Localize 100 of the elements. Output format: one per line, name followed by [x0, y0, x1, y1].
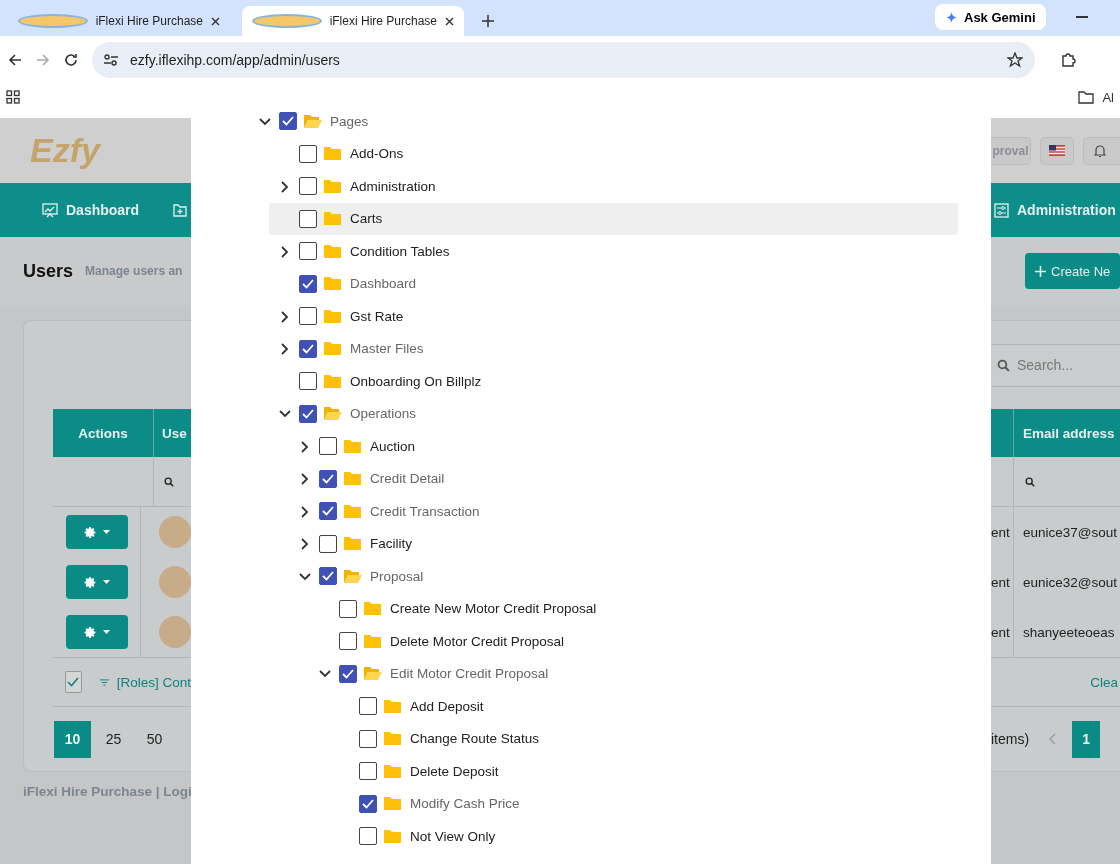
actions-button[interactable]: [65, 565, 128, 599]
tree-row[interactable]: Operations: [269, 397, 958, 430]
folder-icon: [323, 243, 342, 259]
tree-row[interactable]: Create New Motor Credit Proposal: [309, 592, 958, 625]
tree-row[interactable]: Pages: [249, 110, 958, 138]
search-field[interactable]: Search...: [991, 343, 1120, 387]
tree-row[interactable]: Delete Deposit: [329, 755, 958, 788]
back-icon[interactable]: [8, 53, 22, 67]
tree-row[interactable]: Edit Motor Credit Proposal: [309, 657, 958, 690]
tree-label: Pages: [330, 113, 369, 129]
sliders-icon: [994, 202, 1009, 218]
tree-row[interactable]: Proposal: [289, 560, 958, 593]
page-button[interactable]: 1: [1072, 720, 1101, 758]
tree-row[interactable]: Gst Rate: [269, 300, 958, 333]
checkbox[interactable]: [299, 339, 317, 358]
tree-label: Add Deposit: [410, 698, 484, 714]
checkbox[interactable]: [359, 827, 377, 846]
tree-row[interactable]: Add Deposit: [329, 690, 958, 723]
tree-row[interactable]: Add-Ons: [269, 137, 958, 170]
page-size-option[interactable]: 10: [54, 720, 91, 758]
checkbox[interactable]: [299, 274, 317, 293]
page-size-option[interactable]: 50: [136, 720, 173, 758]
bell-icon: [1094, 143, 1106, 158]
tree-label: Delete Deposit: [410, 763, 499, 779]
gemini-button[interactable]: Ask Gemini: [935, 4, 1046, 30]
create-button[interactable]: Create Ne: [1025, 253, 1120, 289]
reload-icon[interactable]: [64, 53, 78, 67]
tree-row[interactable]: Carts: [269, 202, 958, 235]
checkbox[interactable]: [299, 307, 317, 326]
plus-icon: [1035, 265, 1046, 277]
actions-button[interactable]: [65, 615, 128, 649]
checkbox[interactable]: [319, 469, 337, 488]
tree-label: Carts: [350, 211, 383, 227]
checkbox[interactable]: [319, 502, 337, 521]
folder-icon: [323, 178, 342, 194]
tree-label: Proposal: [370, 568, 424, 584]
folder-icon: [323, 373, 342, 389]
checkbox[interactable]: [339, 599, 357, 618]
tree-row[interactable]: Auction: [289, 430, 958, 463]
table-cell: ent: [991, 624, 1010, 640]
checkbox[interactable]: [299, 372, 317, 391]
tree-row[interactable]: Delete Motor Credit Proposal: [309, 625, 958, 658]
page-size-option[interactable]: 25: [95, 720, 132, 758]
browser-tab[interactable]: iFlexi Hire Purchase: [242, 6, 464, 36]
actions-button[interactable]: [65, 515, 128, 549]
checkbox[interactable]: [359, 762, 377, 781]
tree-row[interactable]: Dashboard: [269, 267, 958, 300]
tree-label: Credit Detail: [370, 471, 445, 487]
tree-row[interactable]: Administration: [269, 170, 958, 203]
puzzle-icon[interactable]: [1061, 52, 1077, 68]
check-icon: [302, 408, 314, 419]
tree-row[interactable]: Modify Cash Price: [329, 787, 958, 820]
check-icon: [342, 668, 354, 679]
checkbox[interactable]: [339, 664, 357, 683]
tree-row[interactable]: Credit Transaction: [289, 495, 958, 528]
checkbox[interactable]: [359, 697, 377, 716]
folder-icon: [323, 146, 342, 162]
checkbox[interactable]: [339, 632, 357, 651]
checkbox[interactable]: [319, 437, 337, 456]
checkbox[interactable]: [299, 209, 317, 228]
checkbox[interactable]: [359, 794, 377, 813]
address-bar[interactable]: ezfy.iflexihp.com/app/admin/users: [92, 42, 1035, 78]
favicon-icon: [18, 14, 88, 28]
tree-row[interactable]: Onboarding On Billplz: [269, 365, 958, 398]
close-icon[interactable]: [445, 16, 454, 26]
checkbox[interactable]: [65, 671, 82, 693]
checkbox[interactable]: [359, 729, 377, 748]
tree-row[interactable]: Facility: [289, 527, 958, 560]
notifications-button[interactable]: [1083, 136, 1120, 165]
avatar: [159, 516, 191, 548]
star-icon[interactable]: [1007, 52, 1023, 68]
tree-row[interactable]: Condition Tables: [269, 235, 958, 268]
checkbox[interactable]: [299, 242, 317, 261]
tree-label: Operations: [350, 406, 417, 422]
check-icon: [322, 506, 334, 517]
folder-icon: [383, 698, 402, 714]
checkbox[interactable]: [319, 567, 337, 586]
checkbox[interactable]: [299, 177, 317, 196]
language-button[interactable]: [1040, 136, 1074, 165]
new-tab-icon[interactable]: [482, 15, 494, 27]
bookmark-folder[interactable]: Al: [1102, 89, 1114, 105]
apps-grid-icon[interactable]: [6, 90, 20, 104]
close-icon[interactable]: [211, 16, 220, 26]
checkbox[interactable]: [319, 534, 337, 553]
browser-tab[interactable]: iFlexi Hire Purchase: [8, 6, 230, 36]
check-icon: [282, 116, 294, 127]
tree-label: Gst Rate: [350, 308, 404, 324]
folder-icon: [343, 438, 362, 454]
search-icon: [997, 358, 1010, 372]
tune-icon[interactable]: [104, 54, 118, 66]
tree-row[interactable]: Credit Detail: [289, 462, 958, 495]
checkbox[interactable]: [299, 404, 317, 423]
checkbox[interactable]: [279, 112, 297, 131]
tree-row[interactable]: Not View Only: [329, 820, 958, 853]
avatar: [159, 566, 191, 598]
caret-icon: [102, 530, 110, 534]
checkbox[interactable]: [299, 144, 317, 163]
avatar: [159, 616, 191, 648]
tree-row[interactable]: Change Route Status: [329, 722, 958, 755]
tree-row[interactable]: Master Files: [269, 332, 958, 365]
